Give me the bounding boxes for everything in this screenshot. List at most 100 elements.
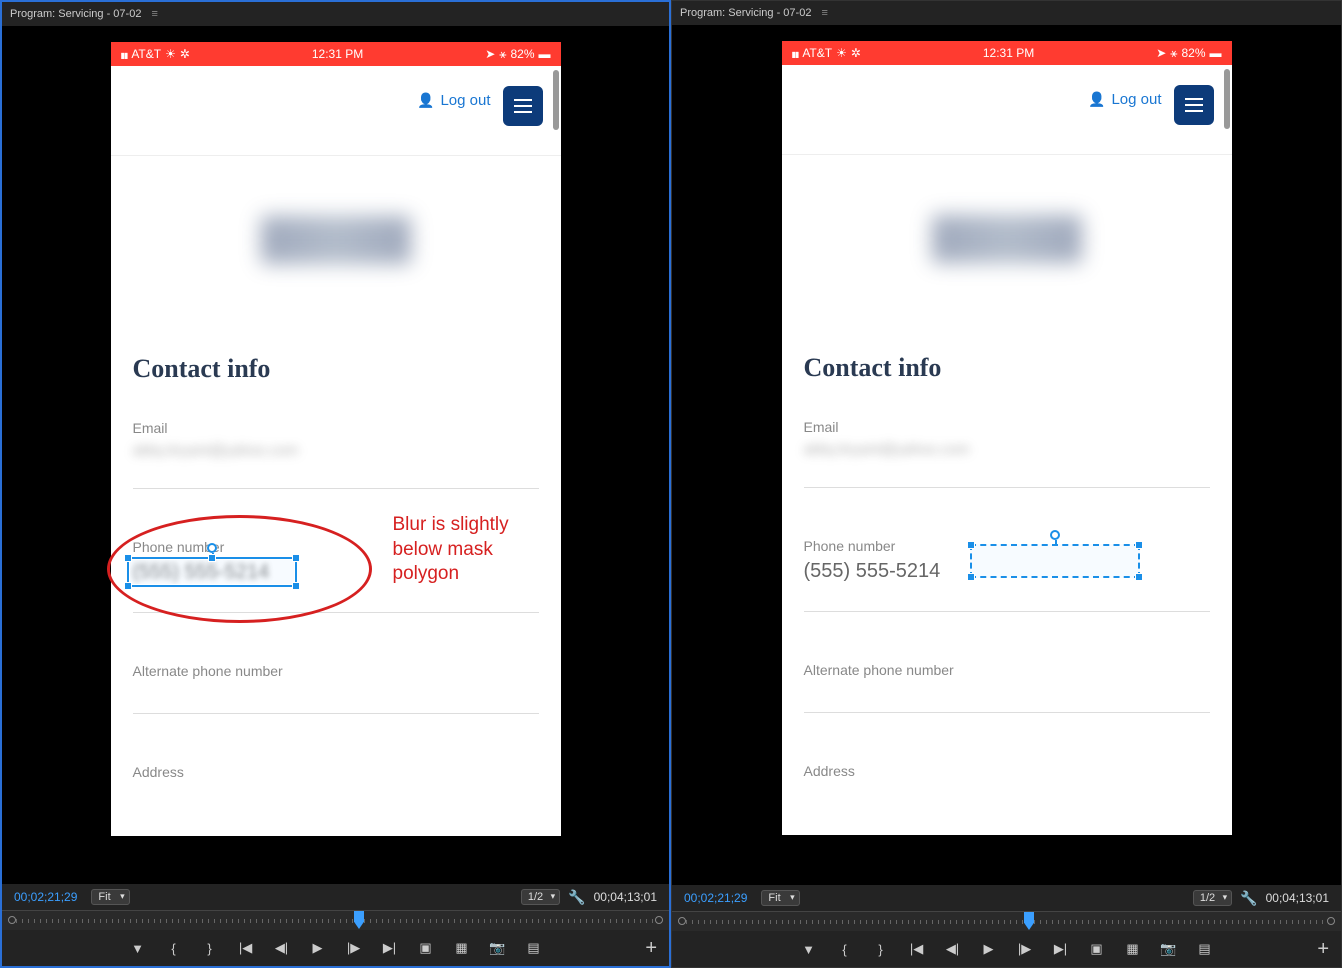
comparison-view-icon[interactable]: ▤	[1196, 940, 1214, 958]
panel-menu-icon[interactable]: ≡	[151, 8, 157, 20]
status-time: 12:31 PM	[983, 46, 1034, 60]
mask-handle-tr[interactable]	[1135, 541, 1143, 549]
address-label: Address	[804, 763, 1210, 779]
scrollbar-vertical[interactable]	[553, 70, 559, 130]
panel-tab-header: Program: Servicing - 07-02 ≡	[2, 2, 669, 26]
monitor-canvas[interactable]: AT&T ☀ ✲ 12:31 PM ➤ ⚹ 82% ▬ 👤 Log out	[2, 26, 669, 884]
loading-icon: ✲	[851, 46, 861, 60]
ruler-out-point-icon[interactable]	[655, 916, 663, 924]
step-back-icon[interactable]: ◀|	[944, 940, 962, 958]
extract-icon[interactable]: ▦	[1124, 940, 1142, 958]
comparison-view-icon[interactable]: ▤	[525, 939, 543, 957]
contact-info-heading: Contact info	[804, 353, 1210, 383]
signal-icon	[792, 46, 799, 60]
mask-handle-bl[interactable]	[967, 573, 975, 581]
add-marker-icon[interactable]: ▼	[800, 940, 818, 958]
program-tab-label[interactable]: Program: Servicing - 07-02	[10, 8, 141, 20]
step-forward-icon[interactable]: |▶	[1016, 940, 1034, 958]
zoom-fit-dropdown[interactable]: Fit	[91, 889, 129, 905]
timecode-total: 00;04;13;01	[594, 890, 657, 904]
step-forward-icon[interactable]: |▶	[345, 939, 363, 957]
ruler-out-point-icon[interactable]	[1327, 917, 1335, 925]
lift-icon[interactable]: ▣	[1088, 940, 1106, 958]
mask-rotation-handle[interactable]	[1050, 530, 1060, 540]
step-back-icon[interactable]: ◀|	[273, 939, 291, 957]
carrier-label: AT&T	[802, 46, 832, 60]
lift-icon[interactable]: ▣	[417, 939, 435, 957]
logout-link[interactable]: 👤 Log out	[1088, 91, 1161, 108]
email-value-blurred: abby.bryant@yahoo.com	[804, 441, 1034, 459]
address-field-group: Address	[133, 764, 539, 780]
logout-link[interactable]: 👤 Log out	[417, 92, 490, 109]
panel-menu-icon[interactable]: ≡	[821, 7, 827, 19]
program-tab-label[interactable]: Program: Servicing - 07-02	[680, 7, 811, 19]
logout-label: Log out	[1111, 91, 1161, 108]
playhead-indicator[interactable]	[1024, 912, 1034, 930]
mask-handle-tc[interactable]	[208, 554, 216, 562]
content-area: Contact info Email abby.bryant@yahoo.com…	[111, 156, 561, 836]
location-icon: ➤	[485, 47, 495, 61]
ruler-in-point-icon[interactable]	[8, 916, 16, 924]
phone-value: (555) 555-5214	[804, 560, 941, 583]
ios-status-bar: AT&T ☀ ✲ 12:31 PM ➤ ⚹ 82% ▬	[111, 42, 561, 66]
alt-phone-field-group: Alternate phone number	[133, 663, 539, 714]
go-to-in-icon[interactable]: |◀	[908, 940, 926, 958]
location-icon: ➤	[1156, 46, 1166, 60]
settings-wrench-icon[interactable]: 🔧	[568, 889, 585, 906]
timeline-ruler[interactable]	[672, 911, 1341, 931]
battery-icon: ▬	[1210, 46, 1222, 60]
timecode-current[interactable]: 00;02;21;29	[684, 891, 747, 905]
alt-phone-label: Alternate phone number	[133, 663, 539, 679]
play-icon[interactable]: ▶	[309, 939, 327, 957]
zoom-fit-dropdown[interactable]: Fit	[761, 890, 799, 906]
person-icon: 👤	[1088, 91, 1105, 108]
hamburger-menu-button[interactable]	[1174, 85, 1214, 125]
go-to-out-icon[interactable]: ▶|	[1052, 940, 1070, 958]
settings-wrench-icon[interactable]: 🔧	[1240, 890, 1257, 907]
play-icon[interactable]: ▶	[980, 940, 998, 958]
hamburger-menu-button[interactable]	[503, 86, 543, 126]
mask-handle-tl[interactable]	[967, 541, 975, 549]
scrollbar-vertical[interactable]	[1224, 69, 1230, 129]
battery-icon: ▬	[539, 47, 551, 61]
mask-handle-br[interactable]	[292, 582, 300, 590]
email-label: Email	[804, 419, 1210, 435]
mark-out-icon[interactable]: }	[201, 939, 219, 957]
extract-icon[interactable]: ▦	[453, 939, 471, 957]
mask-handle-tr[interactable]	[292, 554, 300, 562]
mask-polygon-selection[interactable]	[970, 544, 1140, 578]
resolution-dropdown[interactable]: 1/2	[1193, 890, 1232, 906]
export-frame-icon[interactable]: 📷	[1160, 940, 1178, 958]
export-frame-icon[interactable]: 📷	[489, 939, 507, 957]
go-to-out-icon[interactable]: ▶|	[381, 939, 399, 957]
annotation-text: Blur is slightly below mask polygon	[393, 513, 573, 587]
mask-rotation-handle[interactable]	[207, 543, 217, 553]
app-header: 👤 Log out	[111, 66, 561, 156]
mark-in-icon[interactable]: {	[836, 940, 854, 958]
app-header: 👤 Log out	[782, 65, 1232, 155]
mark-out-icon[interactable]: }	[872, 940, 890, 958]
button-editor-plus-icon[interactable]: +	[645, 937, 657, 960]
mask-handle-bl[interactable]	[124, 582, 132, 590]
add-marker-icon[interactable]: ▼	[129, 939, 147, 957]
mark-in-icon[interactable]: {	[165, 939, 183, 957]
timecode-current[interactable]: 00;02;21;29	[14, 890, 77, 904]
monitor-controls-row: 00;02;21;29 Fit 1/2 🔧 00;04;13;01	[672, 885, 1341, 911]
go-to-in-icon[interactable]: |◀	[237, 939, 255, 957]
alt-phone-field-group: Alternate phone number	[804, 662, 1210, 713]
loading-icon: ✲	[180, 47, 190, 61]
timeline-ruler[interactable]	[2, 910, 669, 930]
mask-polygon-selection[interactable]	[127, 557, 297, 587]
resolution-dropdown[interactable]: 1/2	[521, 889, 560, 905]
monitor-controls-row: 00;02;21;29 Fit 1/2 🔧 00;04;13;01	[2, 884, 669, 910]
monitor-canvas[interactable]: AT&T ☀ ✲ 12:31 PM ➤ ⚹ 82% ▬ 👤 Log out	[672, 25, 1341, 885]
ruler-in-point-icon[interactable]	[678, 917, 686, 925]
logout-label: Log out	[440, 92, 490, 109]
playhead-indicator[interactable]	[354, 911, 364, 929]
wifi-icon: ☀	[836, 46, 847, 60]
ios-status-bar: AT&T ☀ ✲ 12:31 PM ➤ ⚹ 82% ▬	[782, 41, 1232, 65]
button-editor-plus-icon[interactable]: +	[1317, 938, 1329, 961]
mask-handle-br[interactable]	[1135, 573, 1143, 581]
bluetooth-icon: ⚹	[1170, 46, 1177, 61]
mask-handle-tl[interactable]	[124, 554, 132, 562]
